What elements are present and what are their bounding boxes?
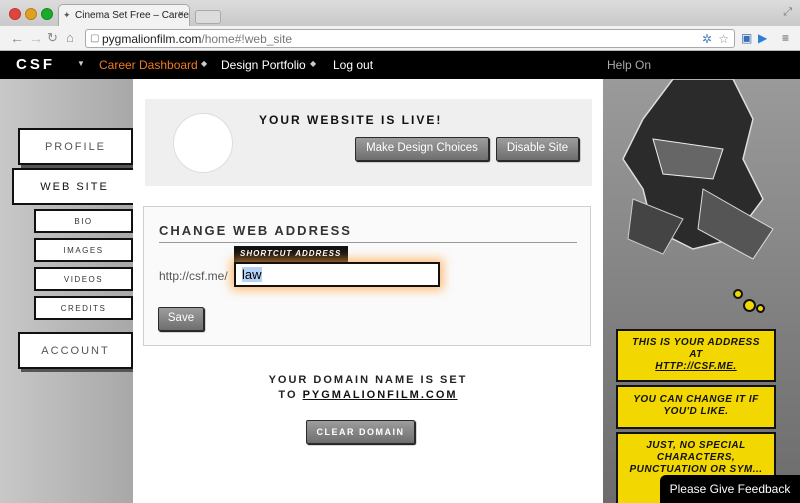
shortcut-address-label: Shortcut Address — [234, 246, 348, 262]
nav-separator-icon: ◆ — [201, 59, 208, 68]
shortcut-address-input[interactable]: law — [234, 262, 440, 287]
avatar — [173, 113, 233, 173]
sidebar-subitem-images[interactable]: Images — [34, 238, 133, 262]
make-design-choices-button[interactable]: Make Design Choices — [355, 137, 489, 161]
address-prefix: http://csf.me/ — [159, 269, 228, 283]
sidebar-subitem-bio[interactable]: Bio — [34, 209, 133, 233]
menu-icon[interactable]: ≡ — [782, 31, 789, 45]
fullscreen-icon[interactable]: ⤢ — [783, 6, 792, 19]
help-toggle[interactable]: Help On — [607, 58, 651, 72]
bubble1-link: http://csf.me. — [655, 361, 737, 372]
site-nav-bar: CSF ▼ Career Dashboard ◆ Design Portfoli… — [0, 51, 800, 79]
nav-career-dashboard[interactable]: Career Dashboard — [99, 58, 198, 72]
live-title: Your Website is Live! — [259, 113, 443, 127]
save-button[interactable]: Save — [158, 307, 204, 331]
change-address-title: Change Web Address — [159, 223, 352, 238]
forward-arrow-icon[interactable]: → — [29, 30, 43, 46]
home-icon[interactable]: ⌂ — [66, 30, 74, 45]
extension-icon[interactable]: ✲ — [702, 32, 712, 46]
browser-tab[interactable]: ✦ Cinema Set Free – Career D × — [58, 4, 190, 26]
lock-extension-icon[interactable]: ▣ — [741, 31, 752, 45]
address-bar[interactable]: ▢ pygmalionfilm.com/home#!web_site ✲ ☆ — [85, 29, 735, 48]
tab-close-icon[interactable]: × — [178, 9, 184, 20]
ninja-illustration — [622, 79, 774, 260]
change-address-panel: Change Web Address Shortcut Address http… — [143, 206, 591, 346]
reload-icon[interactable]: ↻ — [47, 30, 58, 46]
cast-extension-icon[interactable]: ▶ — [758, 31, 767, 45]
zoom-window-icon[interactable] — [41, 8, 53, 20]
url-path: /home#!web_site — [201, 32, 293, 46]
sidebar-item-web-site[interactable]: Web Site — [12, 168, 135, 205]
sidebar-subitem-credits[interactable]: Credits — [34, 296, 133, 320]
comic-bubble-address: This is your address at http://csf.me. — [616, 329, 776, 382]
browser-tab-strip: ✦ Cinema Set Free – Career D × ⤢ — [0, 0, 800, 26]
thought-dot — [733, 289, 743, 299]
sidebar-item-profile[interactable]: Profile — [18, 128, 133, 165]
domain-to-text: to — [278, 389, 298, 401]
shortcut-address-value: law — [242, 267, 262, 282]
sidebar-item-account[interactable]: Account — [18, 332, 133, 369]
csf-logo[interactable]: CSF — [16, 56, 55, 73]
tab-title: Cinema Set Free – Career D — [75, 10, 190, 21]
disable-site-button[interactable]: Disable Site — [496, 137, 579, 161]
main-content: Your Website is Live! Make Design Choice… — [133, 79, 603, 503]
new-tab-button[interactable] — [195, 10, 221, 24]
comic-bubble-change: You can change it if you'd like. — [616, 385, 776, 429]
minimize-window-icon[interactable] — [25, 8, 37, 20]
thought-dot — [743, 299, 756, 312]
nav-design-portfolio[interactable]: Design Portfolio — [221, 58, 306, 72]
site-favicon-icon: ✦ — [63, 10, 71, 20]
back-arrow-icon[interactable]: ← — [10, 30, 24, 46]
close-window-icon[interactable] — [9, 8, 21, 20]
bubble1-text: This is your address at — [632, 337, 760, 360]
title-divider — [159, 242, 577, 243]
give-feedback-button[interactable]: Please Give Feedback — [660, 475, 800, 503]
left-sidebar: Profile Web Site Bio Images Videos Credi… — [0, 79, 135, 503]
browser-toolbar: ← → ↻ ⌂ ▢ pygmalionfilm.com/home#!web_si… — [0, 26, 800, 51]
thought-dot — [756, 304, 765, 313]
url-domain: pygmalionfilm.com — [102, 32, 202, 46]
nav-log-out[interactable]: Log out — [333, 58, 373, 72]
logo-dropdown-icon[interactable]: ▼ — [77, 59, 85, 68]
clear-domain-button[interactable]: Clear Domain — [306, 420, 415, 444]
domain-status-line1: Your domain name is set — [268, 374, 468, 386]
page-icon: ▢ — [90, 33, 100, 44]
sidebar-subitem-videos[interactable]: Videos — [34, 267, 133, 291]
bookmark-star-icon[interactable]: ☆ — [718, 32, 729, 46]
nav-separator-icon: ◆ — [310, 59, 317, 68]
domain-status-line2: to pygmalionfilm.com — [133, 389, 603, 401]
website-live-panel: Your Website is Live! Make Design Choice… — [145, 99, 592, 186]
comic-panel: This is your address at http://csf.me. Y… — [603, 79, 800, 503]
domain-name-link[interactable]: pygmalionfilm.com — [303, 389, 458, 401]
